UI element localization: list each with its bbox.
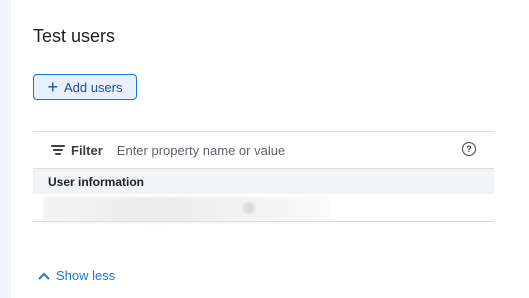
- add-users-button[interactable]: + Add users: [33, 74, 137, 100]
- redacted-user-info: [43, 197, 329, 223]
- filter-icon[interactable]: [51, 144, 65, 156]
- filter-label: Filter: [71, 142, 103, 158]
- plus-icon: +: [47, 77, 58, 97]
- section-title: Test users: [33, 26, 116, 46]
- left-rail: [0, 0, 11, 298]
- divider: [33, 221, 494, 222]
- table-row[interactable]: [33, 194, 494, 223]
- help-icon[interactable]: ?: [462, 142, 476, 156]
- add-users-label: Add users: [63, 79, 123, 95]
- redacted-avatar: [243, 202, 255, 214]
- column-header-user-information: User information: [48, 174, 145, 189]
- table-header: User information: [33, 169, 494, 194]
- filter-input[interactable]: [114, 141, 419, 159]
- filter-bar: Filter ?: [33, 132, 494, 168]
- show-less-label: Show less: [56, 268, 116, 283]
- chevron-up-icon: [38, 272, 50, 280]
- show-less-link[interactable]: Show less: [38, 268, 115, 283]
